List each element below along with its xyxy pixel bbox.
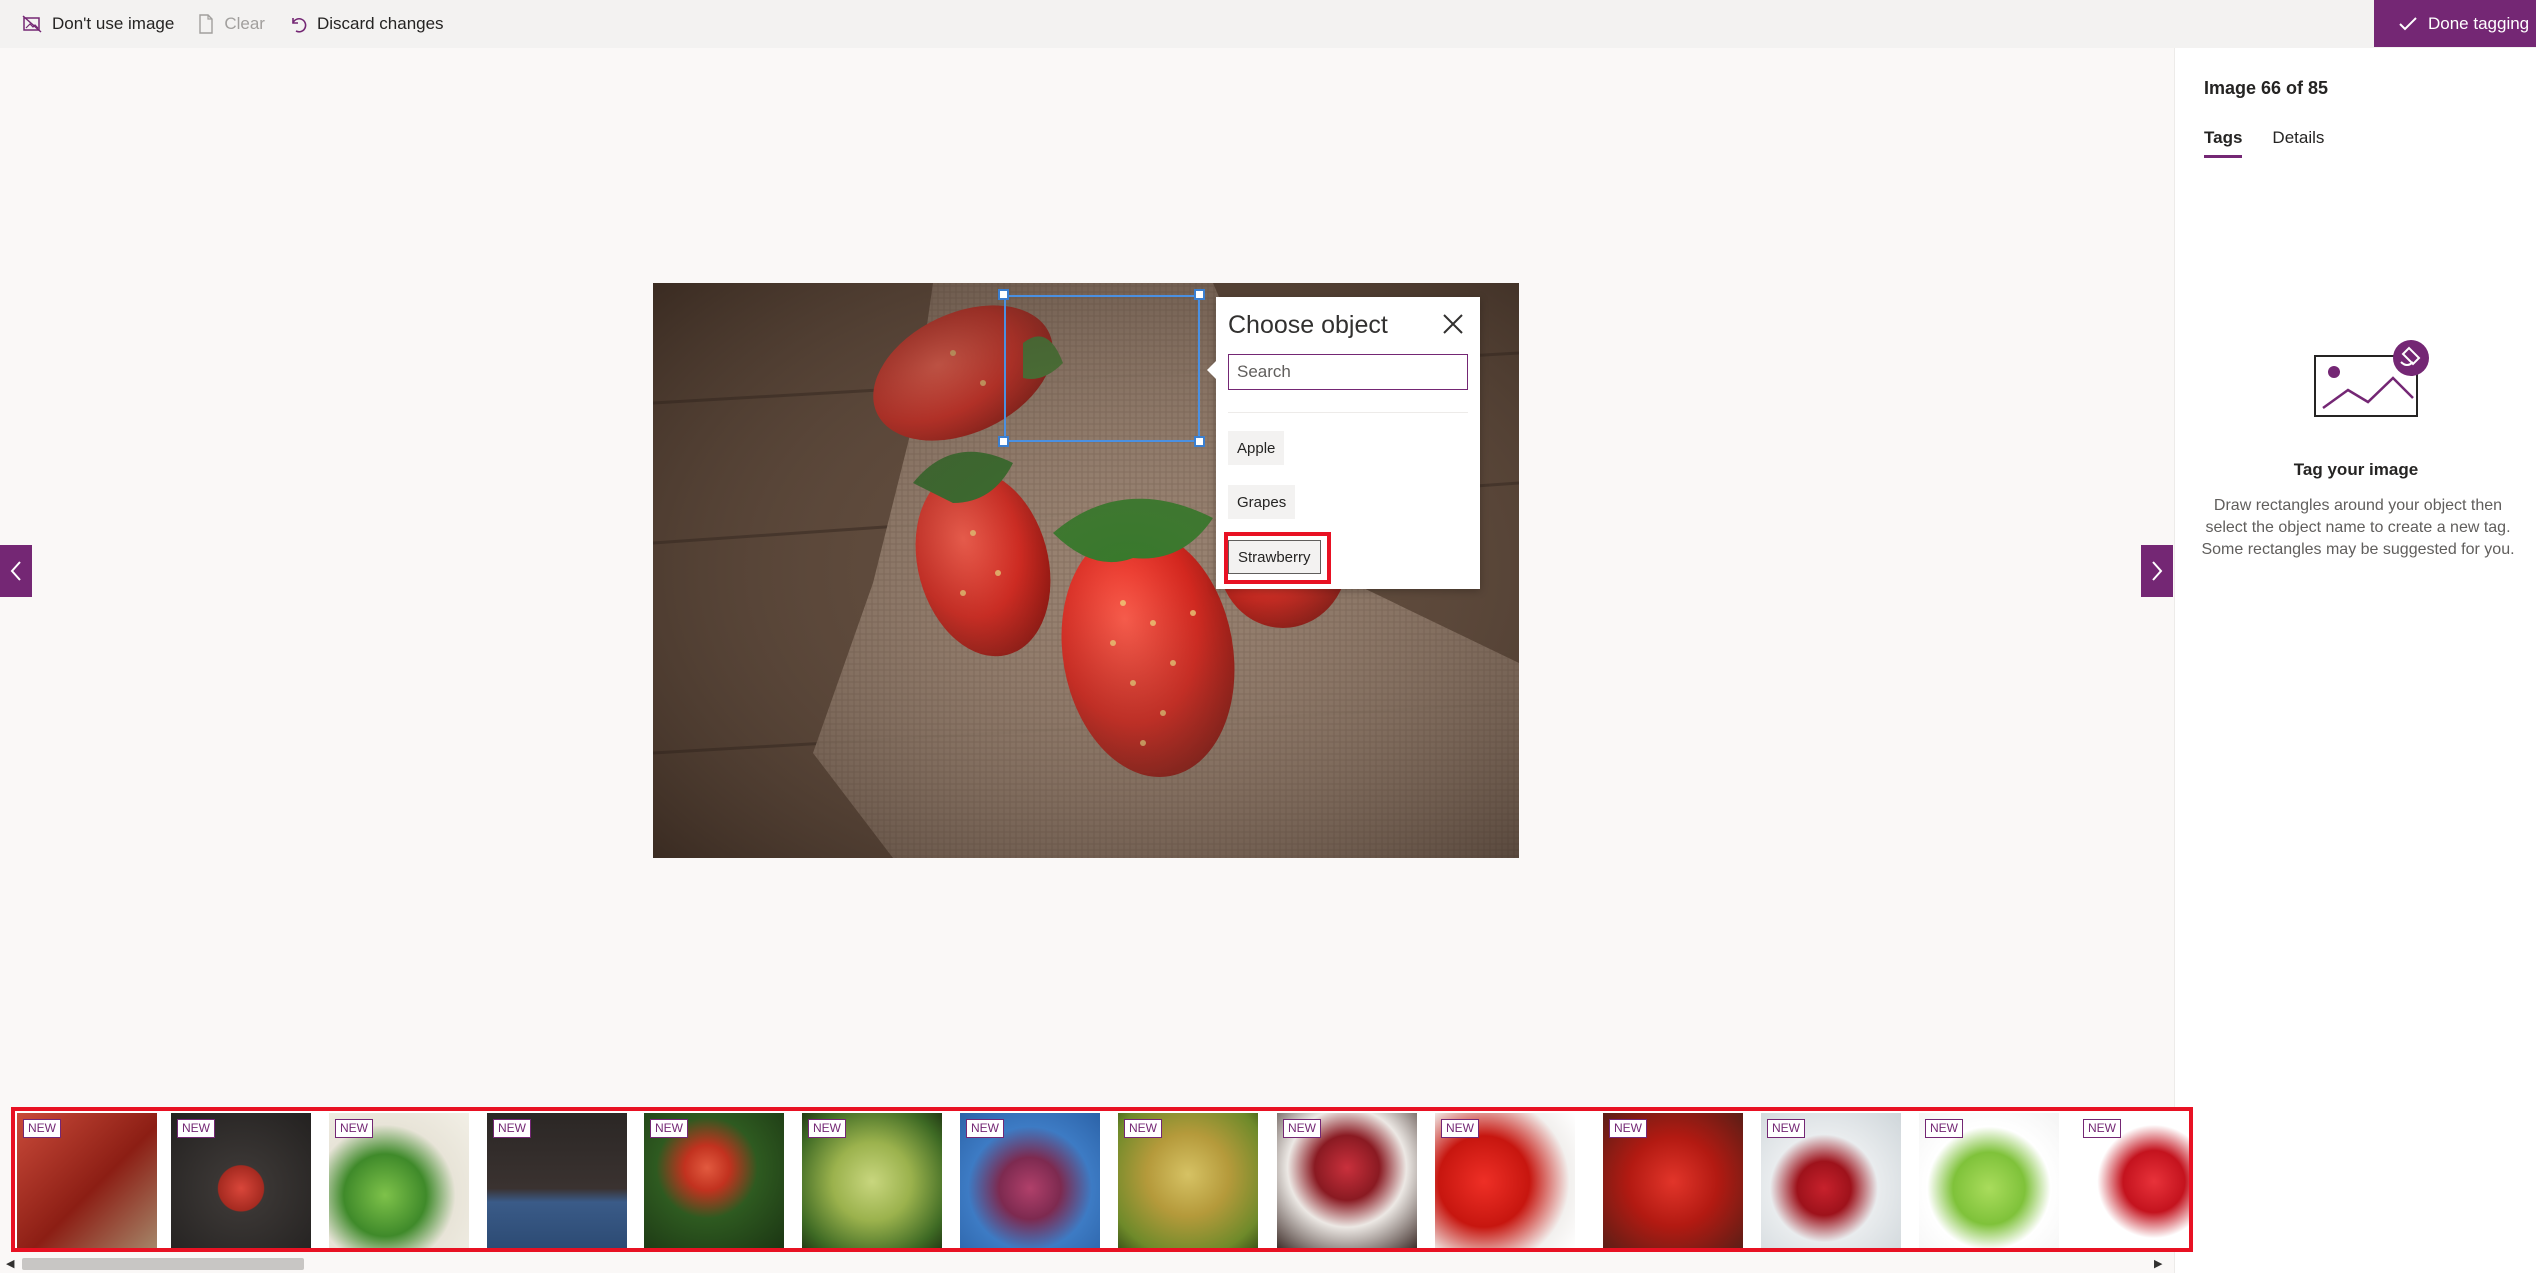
close-icon[interactable] [1440,311,1466,337]
thumbnail-7[interactable]: NEW [960,1113,1100,1248]
new-badge: NEW [2083,1119,2121,1138]
dont-use-image-button[interactable]: Don't use image [10,0,186,48]
callout-beak [1207,360,1217,380]
thumbnail-2[interactable]: NEW [171,1113,311,1248]
new-badge: NEW [1609,1119,1647,1138]
thumbnail-9[interactable]: NEW [1277,1113,1417,1248]
filmstrip-scrollbar[interactable]: ◀ ▶ [0,1254,2174,1273]
details-panel: Image 66 of 85 Tags Details Tag your ima… [2174,48,2536,1273]
new-badge: NEW [493,1119,531,1138]
next-image-button[interactable] [2141,545,2173,597]
scrollbar-thumb[interactable] [22,1258,304,1270]
object-search-input[interactable] [1228,354,1468,390]
thumbnail-1[interactable]: NEW [17,1113,157,1248]
image-counter: Image 66 of 85 [2204,78,2329,98]
command-bar: Don't use image Clear Discard changes Do… [0,0,2536,48]
document-icon [199,14,214,34]
new-badge: NEW [1124,1119,1162,1138]
scroll-right-icon[interactable]: ▶ [2154,1257,2162,1270]
resize-handle-top-left[interactable] [998,289,1009,300]
checkmark-icon [2399,16,2417,30]
thumbnail-10[interactable]: NEW [1435,1113,1575,1248]
tag-region-rectangle[interactable] [1004,295,1200,442]
new-badge: NEW [650,1119,688,1138]
undo-icon [292,18,307,33]
empty-state-description: Draw rectangles around your object then … [2201,497,2515,558]
tag-option-apple[interactable]: Apple [1228,431,1285,465]
tag-option-strawberry[interactable]: Strawberry [1228,540,1321,574]
scroll-left-icon[interactable]: ◀ [6,1257,14,1270]
new-badge: NEW [335,1119,373,1138]
image-filmstrip: NEW NEW NEW NEW NEW NEW NEW NEW NEW NEW NEW NEW NEW N… [11,1107,2193,1252]
chevron-left-icon [10,561,21,581]
thumbnail-3[interactable]: NEW [329,1113,469,1248]
resize-handle-top-right[interactable] [1194,289,1205,300]
new-badge: NEW [1767,1119,1805,1138]
tab-tags[interactable]: Tags [2204,128,2243,158]
new-badge: NEW [23,1119,61,1138]
thumbnail-8[interactable]: NEW [1118,1113,1258,1248]
discard-changes-button[interactable]: Discard changes [277,0,456,48]
thumbnail-5[interactable]: NEW [644,1113,784,1248]
discard-changes-label: Discard changes [316,14,444,33]
new-badge: NEW [966,1119,1004,1138]
done-tagging-label: Done tagging [2428,13,2530,33]
new-badge: NEW [177,1119,215,1138]
tab-details[interactable]: Details [2272,128,2324,158]
choose-object-callout: Choose object Apple Grapes Strawberry [1207,297,1480,589]
image-off-icon [22,15,42,33]
callout-divider [1228,412,1468,413]
chevron-right-icon [2152,561,2163,581]
resize-handle-bottom-left[interactable] [998,436,1009,447]
new-badge: NEW [1925,1119,1963,1138]
clear-label: Clear [224,14,265,33]
thumbnail-13[interactable]: NEW [1919,1113,2059,1248]
new-badge: NEW [808,1119,846,1138]
thumbnail-4[interactable]: NEW [487,1113,627,1248]
new-badge: NEW [1283,1119,1321,1138]
done-tagging-button[interactable]: Done tagging [2374,0,2536,47]
resize-handle-bottom-right[interactable] [1194,436,1205,447]
thumbnail-14[interactable]: NEW [2077,1113,2189,1248]
previous-image-button[interactable] [0,545,32,597]
dont-use-image-label: Don't use image [52,14,175,33]
clear-button[interactable]: Clear [186,0,277,48]
empty-state-title: Tag your image [2293,460,2419,479]
callout-title: Choose object [1228,311,1388,339]
panel-tabs: Tags Details [2204,128,2324,158]
new-badge: NEW [1441,1119,1479,1138]
tag-option-grapes[interactable]: Grapes [1228,485,1296,519]
thumbnail-11[interactable]: NEW [1603,1113,1743,1248]
thumbnail-12[interactable]: NEW [1761,1113,1901,1248]
thumbnail-6[interactable]: NEW [802,1113,942,1248]
tag-image-illustration [2313,338,2433,423]
tag-image-icon [2314,340,2429,417]
